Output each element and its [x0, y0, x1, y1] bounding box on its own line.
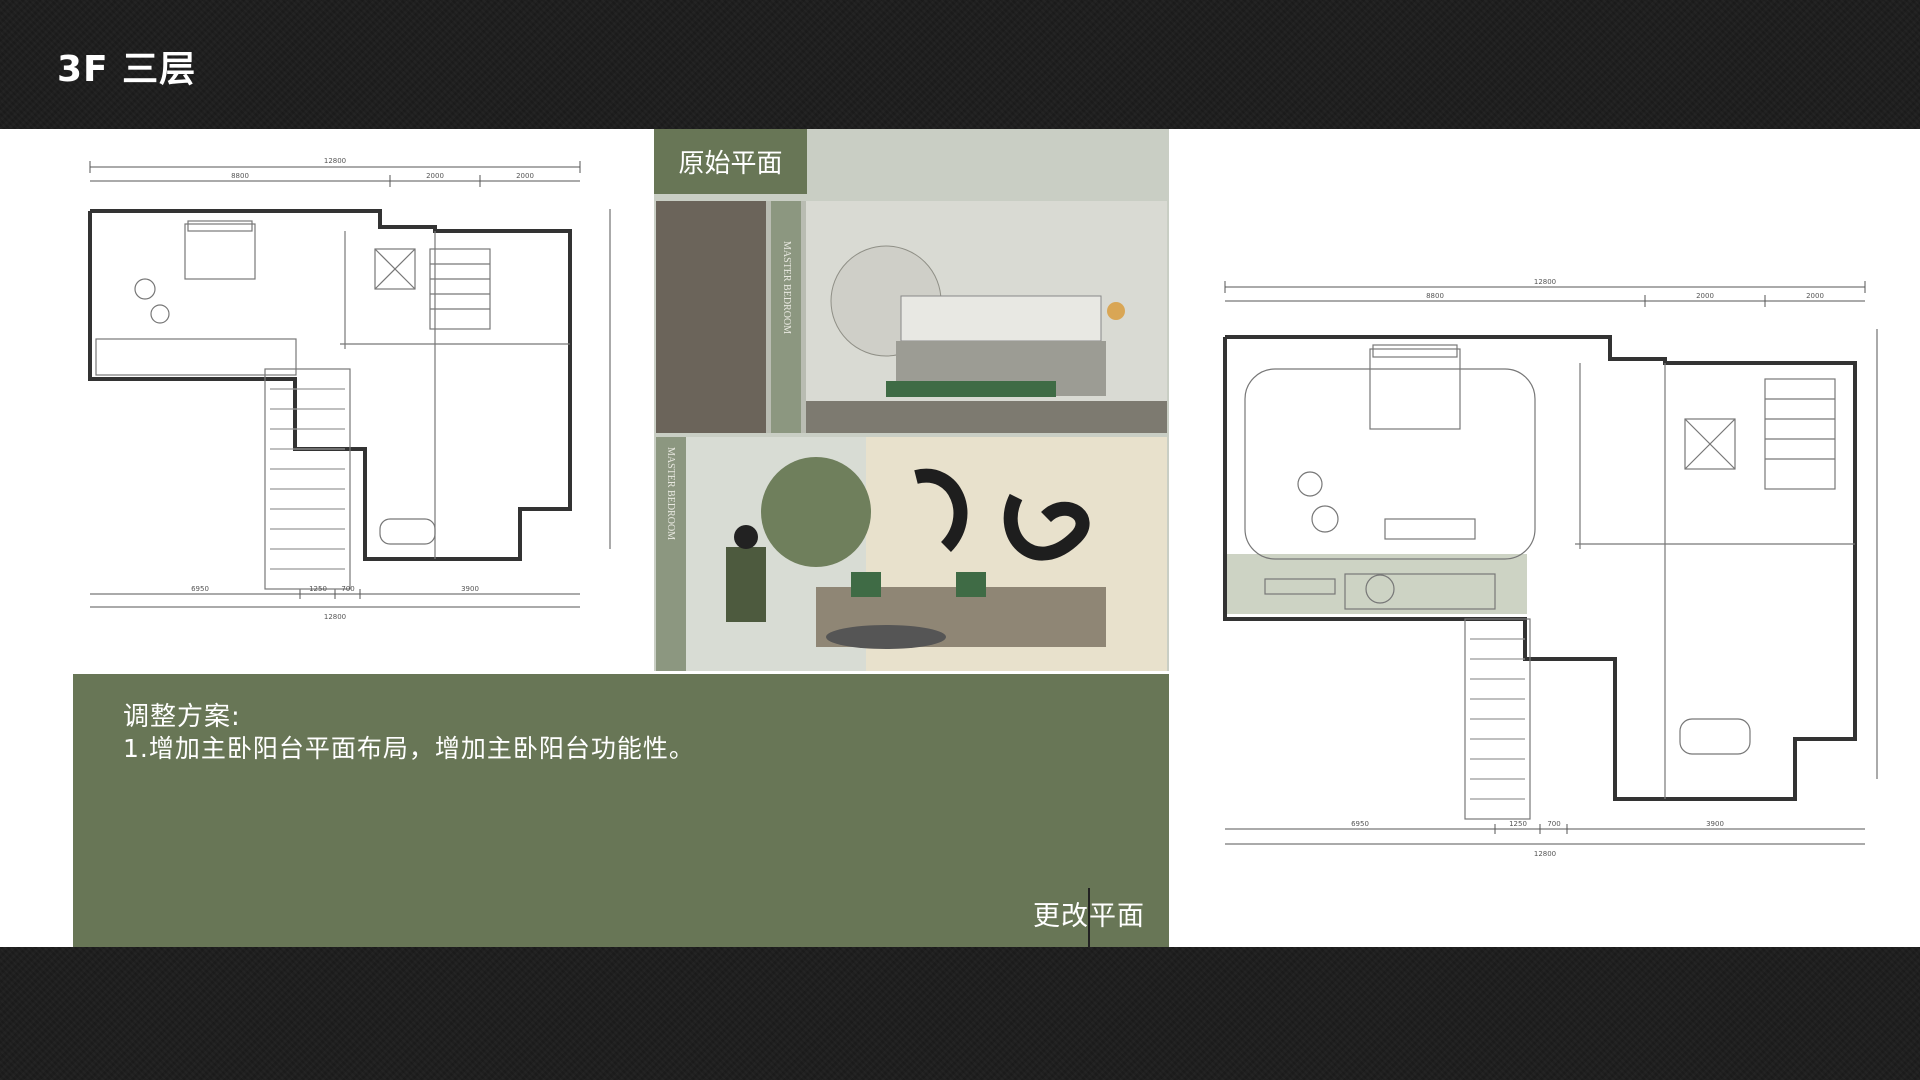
master-bedroom-render-top: MASTER BEDROOM: [656, 201, 1167, 433]
original-dim-bottom: 6950: [191, 585, 209, 593]
adjustment-item: 1.增加主卧阳台平面布局，增加主卧阳台功能性。: [123, 734, 695, 763]
original-dim-top: 2000: [516, 172, 534, 180]
modified-dim-top: 2000: [1696, 292, 1714, 300]
adjustment-panel: 调整方案: 1.增加主卧阳台平面布局，增加主卧阳台功能性。 更改平面: [73, 674, 1169, 947]
original-dim-top: 2000: [426, 172, 444, 180]
original-dim-bottom: 3900: [461, 585, 479, 593]
text-cursor: [1088, 888, 1090, 948]
master-bedroom-render-bottom: MASTER BEDROOM: [656, 437, 1167, 671]
modified-dim-bottom: 1250: [1509, 820, 1527, 828]
caption-master-bedroom-bottom: MASTER BEDROOM: [665, 447, 676, 540]
original-floor-plan: 12800 8800 2000 2000 6950 1250 700 3900 12800: [88, 157, 611, 621]
original-dim-top: 12800: [324, 157, 346, 165]
original-dim-bottom: 700: [341, 585, 354, 593]
slide-content: 12800 8800 2000 2000 6950 1250 700 3900 12800 原始…: [0, 129, 1920, 947]
modified-dim-bottom: 6950: [1351, 820, 1369, 828]
modified-dim-bottom: 12800: [1534, 850, 1556, 858]
original-dim-top: 8800: [231, 172, 249, 180]
adjustment-title: 调整方案:: [123, 702, 241, 732]
header-band: [0, 0, 1920, 129]
modified-dim-bottom: 700: [1547, 820, 1560, 828]
footer-band: [0, 947, 1920, 1080]
modified-dim-top: 2000: [1806, 292, 1824, 300]
original-plan-label: 原始平面: [654, 129, 807, 194]
original-dim-bottom: 12800: [324, 613, 346, 621]
mood-board-panel: 原始平面 MASTER BEDROOM MASTER BEDROOM: [654, 129, 1169, 671]
modified-dim-top: 12800: [1534, 279, 1556, 286]
caption-master-bedroom-top: MASTER BEDROOM: [781, 241, 792, 334]
modified-dim-top: 8800: [1426, 292, 1444, 300]
slide-title: 3F 三层: [57, 49, 197, 90]
modified-floor-plan: 12800 8800 2000 2000 6950 1250 700 3900 12800: [1223, 279, 1878, 858]
modified-dim-bottom: 3900: [1706, 820, 1724, 828]
original-dim-bottom: 1250: [309, 585, 327, 593]
